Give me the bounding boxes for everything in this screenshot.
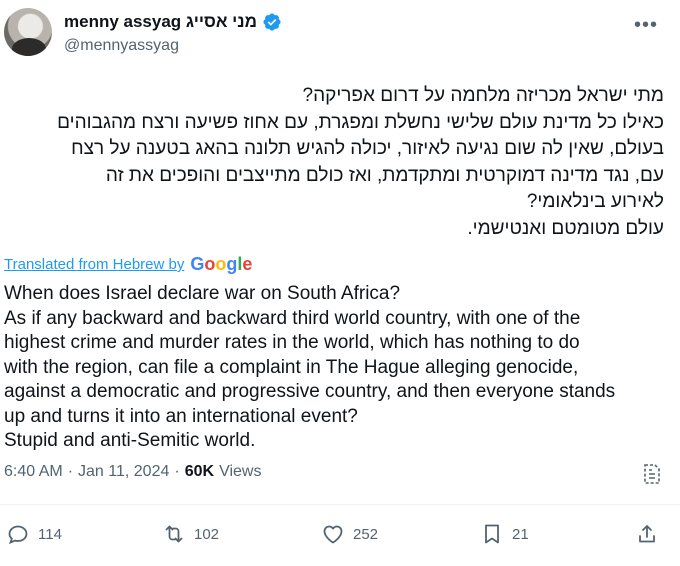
handle[interactable]: @mennyassyag bbox=[64, 37, 179, 55]
heart-icon bbox=[323, 525, 343, 544]
views-label: Views bbox=[219, 463, 262, 480]
like-button[interactable]: 252 bbox=[321, 522, 378, 546]
views-count: 60K bbox=[184, 463, 215, 480]
reply-count: 114 bbox=[38, 525, 62, 543]
like-count: 252 bbox=[353, 525, 379, 543]
avatar[interactable] bbox=[4, 8, 52, 56]
author-row: menny assyag מני אסייג bbox=[64, 12, 282, 32]
google-logo: Google bbox=[190, 254, 253, 274]
tweet-text-translation: When does Israel declare war on South Af… bbox=[4, 282, 670, 454]
english-line: up and turns it into an international ev… bbox=[4, 405, 358, 427]
english-line: against a democratic and progressive cou… bbox=[4, 381, 616, 402]
more-options-icon[interactable]: ••• bbox=[634, 14, 658, 37]
repost-icon bbox=[165, 525, 183, 543]
reply-button[interactable]: 114 bbox=[6, 522, 62, 546]
english-line: Stupid and anti-Semitic world. bbox=[4, 430, 256, 451]
hebrew-line: כאילו כל מדינת עולם שלישי נחשלת ומפגרת, … bbox=[57, 111, 664, 133]
hebrew-line: עם, נגד מדינה דמוקרטית ומתקדמת, ואז כולם… bbox=[105, 164, 664, 186]
tweet-time[interactable]: 6:40 AM bbox=[4, 463, 63, 481]
hebrew-line: מתי ישראל מכריזה מלחמה על דרום אפריקה? bbox=[302, 85, 664, 106]
tweet-date[interactable]: Jan 11, 2024 bbox=[78, 463, 169, 481]
english-line: with the region, can file a complaint in… bbox=[4, 356, 579, 378]
share-icon bbox=[639, 525, 655, 543]
repost-button[interactable]: 102 bbox=[162, 522, 219, 546]
tweet-text-hebrew: מתי ישראל מכריזה מלחמה על דרום אפריקה? כ… bbox=[0, 83, 664, 242]
action-bar: 114 102 252 21 bbox=[0, 522, 680, 546]
repost-count: 102 bbox=[194, 525, 220, 543]
analytics-icon[interactable] bbox=[641, 462, 663, 486]
hebrew-line: עולם מטומטם ואנטישמי. bbox=[467, 217, 664, 239]
share-button[interactable] bbox=[635, 522, 659, 546]
verified-badge-icon bbox=[262, 12, 282, 32]
bookmark-icon bbox=[485, 524, 499, 544]
reply-icon bbox=[8, 525, 28, 545]
hebrew-line: לאירוע בינלאומי? bbox=[526, 191, 664, 212]
bookmark-button[interactable]: 21 bbox=[480, 522, 529, 546]
english-line: When does Israel declare war on South Af… bbox=[4, 283, 401, 304]
translated-from-link[interactable]: Translated from Hebrew by bbox=[4, 256, 184, 273]
display-name[interactable]: menny assyag מני אסייג bbox=[64, 12, 257, 32]
divider bbox=[0, 504, 680, 505]
hebrew-line: בעולם, שאין לה שום נגיעה לאיזור, יכולה ל… bbox=[71, 138, 664, 159]
english-line: highest crime and murder rates in the wo… bbox=[4, 332, 580, 353]
separator: · bbox=[67, 463, 74, 480]
bookmark-count: 21 bbox=[512, 525, 529, 543]
translation-attribution: Translated from Hebrew by Google bbox=[4, 254, 252, 275]
tweet-meta: 6:40 AM · Jan 11, 2024 · 60K Views bbox=[4, 463, 261, 481]
english-line: As if any backward and backward third wo… bbox=[4, 307, 581, 329]
separator: · bbox=[174, 463, 180, 480]
